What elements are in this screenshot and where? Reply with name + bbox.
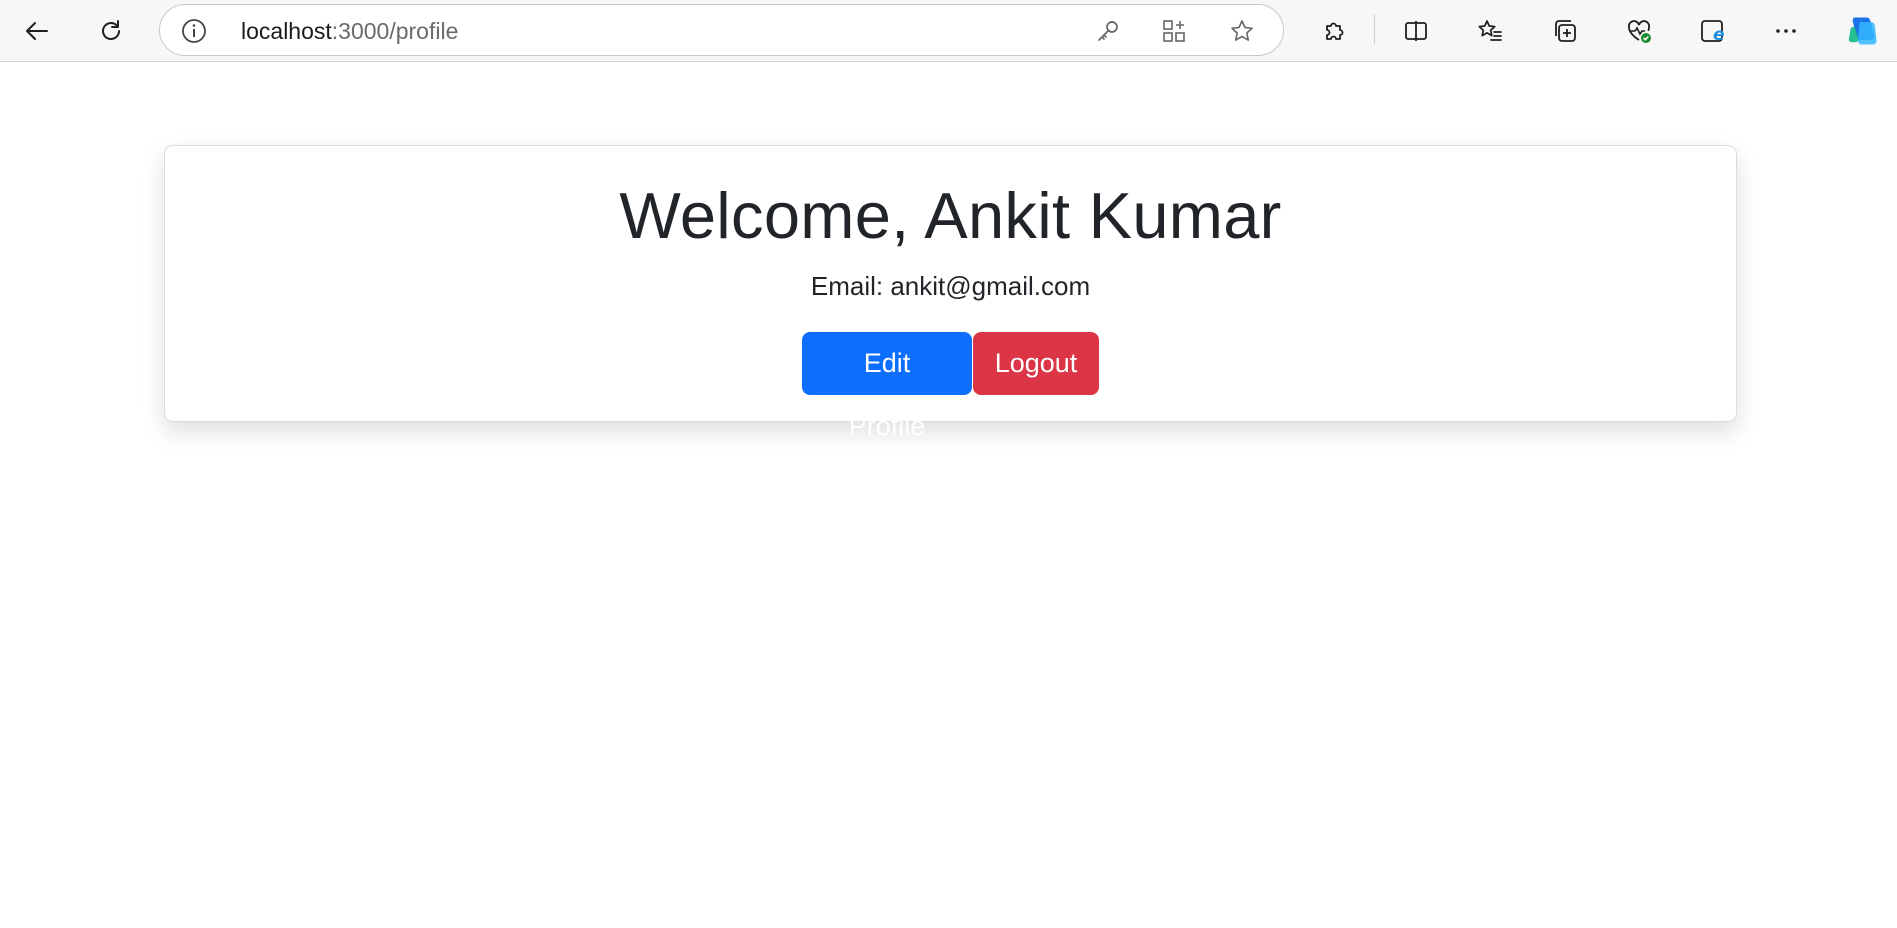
info-icon[interactable]: [180, 17, 208, 45]
split-screen-icon: [1405, 21, 1427, 41]
collections-icon: [1555, 20, 1576, 42]
logout-button[interactable]: Logout: [973, 332, 1099, 395]
apps-add-icon[interactable]: [1160, 17, 1188, 45]
email-text: Email: ankit@gmail.com: [810, 271, 1091, 301]
profile-actions: Edit Profile Logout: [165, 332, 1736, 441]
collections-button[interactable]: [1545, 11, 1585, 51]
svg-text:e: e: [1713, 25, 1725, 45]
url-text[interactable]: localhost:3000/profile: [241, 17, 458, 45]
edit-profile-button[interactable]: Edit Profile: [802, 332, 972, 441]
browser-toolbar: localhost:3000/profile e: [0, 0, 1897, 62]
extensions-button[interactable]: [1313, 11, 1353, 51]
refresh-icon: [102, 20, 120, 40]
favorites-list-icon: [1478, 20, 1502, 41]
ie-mode-icon: e: [1701, 20, 1725, 45]
toolbar-divider: [1374, 14, 1375, 44]
copilot-icon: [1848, 17, 1877, 45]
split-screen-button[interactable]: [1396, 11, 1436, 51]
url-host: localhost: [241, 18, 332, 44]
address-bar[interactable]: localhost:3000/profile: [159, 4, 1284, 56]
refresh-button[interactable]: [91, 11, 131, 51]
puzzle-icon: [1326, 22, 1344, 40]
back-arrow-icon: [26, 22, 48, 40]
key-icon[interactable]: [1094, 17, 1122, 45]
favorites-button[interactable]: [1470, 11, 1510, 51]
heart-pulse-icon: [1627, 20, 1651, 43]
more-dots-icon: [1776, 29, 1796, 33]
star-icon[interactable]: [1228, 17, 1256, 45]
browser-essentials-button[interactable]: [1619, 11, 1659, 51]
welcome-heading: Welcome, Ankit Kumar: [619, 179, 1282, 252]
url-path: :3000/profile: [331, 18, 459, 44]
more-button[interactable]: [1766, 11, 1806, 51]
back-button[interactable]: [17, 11, 57, 51]
ie-mode-button[interactable]: e: [1692, 11, 1732, 51]
profile-card: Welcome, Ankit Kumar Email: ankit@gmail.…: [164, 145, 1737, 441]
copilot-button[interactable]: [1843, 11, 1883, 51]
